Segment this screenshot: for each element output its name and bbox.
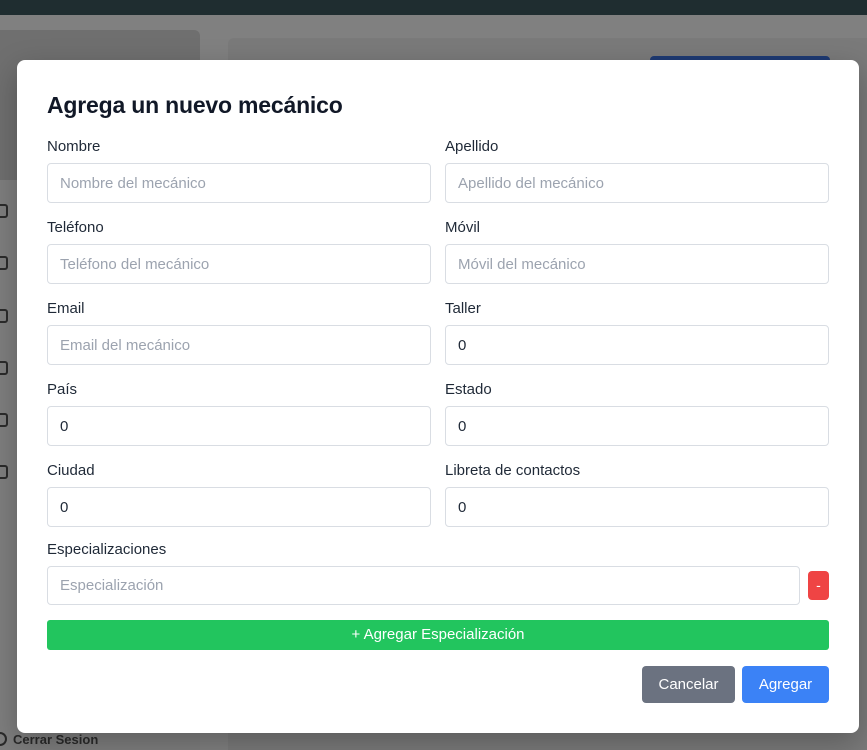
submit-button[interactable]: Agregar [742, 666, 829, 703]
pais-field: País [47, 380, 431, 446]
ciudad-field: Ciudad [47, 461, 431, 527]
remove-especializacion-button[interactable]: - [808, 571, 829, 600]
email-field: Email [47, 299, 431, 365]
sidebar-nav-icon[interactable] [0, 309, 8, 323]
apellido-input[interactable] [445, 163, 829, 203]
pais-label: País [47, 381, 78, 398]
power-icon [0, 732, 7, 746]
ciudad-input[interactable] [47, 487, 431, 527]
nombre-label: Nombre [47, 138, 101, 155]
cancel-button[interactable]: Cancelar [642, 666, 735, 703]
estado-field: Estado [445, 380, 829, 446]
apellido-label: Apellido [445, 138, 499, 155]
nombre-field: Nombre [47, 137, 431, 203]
apellido-field: Apellido [445, 137, 829, 203]
taller-field: Taller [445, 299, 829, 365]
ciudad-label: Ciudad [47, 462, 95, 479]
taller-label: Taller [445, 300, 481, 317]
email-input[interactable] [47, 325, 431, 365]
modal-title: Agrega un nuevo mecánico [47, 92, 343, 118]
add-especializacion-button[interactable]: + Agregar Especialización [47, 620, 829, 650]
email-label: Email [47, 300, 85, 317]
logout-label: Cerrar Sesion [13, 731, 99, 747]
libreta-label: Libreta de contactos [445, 462, 581, 479]
especializacion-input[interactable] [47, 566, 800, 605]
telefono-label: Teléfono [47, 219, 104, 236]
sidebar-nav-icon[interactable] [0, 465, 8, 479]
especializaciones-label: Especializaciones [47, 541, 167, 558]
libreta-field: Libreta de contactos [445, 461, 829, 527]
telefono-field: Teléfono [47, 218, 431, 284]
nombre-input[interactable] [47, 163, 431, 203]
sidebar-nav-icon[interactable] [0, 256, 8, 270]
taller-input[interactable] [445, 325, 829, 365]
telefono-input[interactable] [47, 244, 431, 284]
sidebar-nav-icon[interactable] [0, 361, 8, 375]
libreta-input[interactable] [445, 487, 829, 527]
app-topbar [0, 0, 867, 15]
movil-label: Móvil [445, 219, 481, 236]
movil-field: Móvil [445, 218, 829, 284]
estado-label: Estado [445, 381, 492, 398]
sidebar-nav-icon[interactable] [0, 413, 8, 427]
movil-input[interactable] [445, 244, 829, 284]
sidebar-nav-icon[interactable] [0, 204, 8, 218]
estado-input[interactable] [445, 406, 829, 446]
add-mechanic-modal: Agrega un nuevo mecánico Nombre Apellido… [17, 60, 859, 733]
pais-input[interactable] [47, 406, 431, 446]
